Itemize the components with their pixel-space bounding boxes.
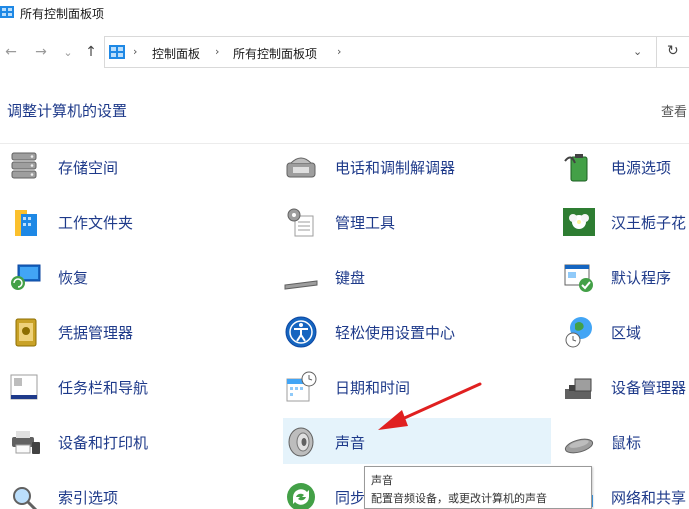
item-label: 轻松使用设置中心 [335,324,456,342]
credential-manager-icon [15,318,37,347]
forward-button[interactable]: → [31,42,51,62]
keyboard-icon [284,280,318,290]
item-device-manager[interactable]: 设备管理器 [561,363,689,409]
sound-tooltip: 声音 配置音频设备，或更改计算机的声音 [364,466,592,509]
refresh-icon: ↻ [667,43,679,59]
item-label: 存储空间 [58,159,119,177]
taskbar-icon [10,374,38,400]
item-taskbar-navigation[interactable]: 任务栏和导航 [8,363,278,409]
chevron-down-icon[interactable]: ⌄ [633,45,647,59]
title-bar: 所有控制面板项 [0,0,689,28]
refresh-button[interactable]: ↻ [656,36,689,68]
device-manager-icon [565,378,592,399]
control-panel-icon [109,45,125,59]
breadcrumb-all-items[interactable]: 所有控制面板项 [233,45,317,62]
window-title: 所有控制面板项 [20,7,105,21]
item-label: 日期和时间 [335,379,411,397]
item-label: 同步 [335,489,366,507]
page-title: 调整计算机的设置 [7,102,128,120]
item-work-folders[interactable]: 工作文件夹 [8,198,278,244]
phone-modem-icon [286,157,316,178]
printer-icon [12,431,40,454]
breadcrumb-separator[interactable]: › [133,45,137,58]
globe-clock-icon [565,317,592,348]
speaker-icon [288,427,314,457]
item-default-programs[interactable]: 默认程序 [561,253,689,299]
admin-tools-icon [287,208,314,237]
tooltip-description: 配置音频设备，或更改计算机的声音 [371,492,547,505]
item-devices-printers[interactable]: 设备和打印机 [8,418,278,464]
battery-icon [564,154,588,182]
breadcrumb-separator[interactable]: › [215,45,219,58]
recent-locations-button[interactable]: ⌄ [58,42,78,62]
breadcrumb-separator[interactable]: › [337,45,341,58]
item-label: 鼠标 [611,434,642,452]
item-admin-tools[interactable]: 管理工具 [283,198,551,244]
recovery-icon [11,264,41,290]
item-label: 汉王栀子花 [611,214,687,232]
item-label: 网络和共享 [611,489,687,507]
item-power-options[interactable]: 电源选项 [561,143,689,189]
view-by-label[interactable]: 查看 [661,101,687,120]
item-date-time[interactable]: 日期和时间 [283,363,551,409]
default-programs-icon [564,264,593,292]
control-panel-icon [0,6,14,18]
item-indexing-options[interactable]: 索引选项 [8,473,278,509]
item-label: 设备管理器 [611,379,687,397]
breadcrumb-control-panel[interactable]: 控制面板 [152,45,200,62]
item-recovery[interactable]: 恢复 [8,253,278,299]
sync-icon [287,483,315,509]
item-ease-of-access[interactable]: 轻松使用设置中心 [283,308,551,354]
item-label: 凭据管理器 [58,324,134,342]
up-button[interactable]: ↑ [81,42,101,62]
item-phone-modem[interactable]: 电话和调制解调器 [283,143,551,189]
item-label: 电源选项 [611,159,672,177]
ease-of-access-icon [285,316,317,348]
item-credential-manager[interactable]: 凭据管理器 [8,308,278,354]
item-label: 工作文件夹 [58,214,134,232]
item-label: 键盘 [335,269,366,287]
gardenia-flower-icon [563,208,595,236]
item-label: 设备和打印机 [58,434,149,452]
item-label: 电话和调制解调器 [335,159,456,177]
item-keyboard[interactable]: 键盘 [283,253,551,299]
item-region[interactable]: 区域 [561,308,689,354]
item-label: 恢复 [58,269,89,287]
item-hanwang-input[interactable]: 汉王栀子花 [561,198,689,244]
item-label: 区域 [611,324,642,342]
item-label: 任务栏和导航 [58,379,149,397]
calendar-clock-icon [286,371,317,402]
item-label: 管理工具 [335,214,396,232]
tooltip-title: 声音 [371,474,393,487]
storage-spaces-icon [11,152,37,179]
address-bar[interactable]: › 控制面板 › 所有控制面板项 › ⌄ [104,36,656,68]
back-button[interactable]: ← [1,42,21,62]
item-label: 声音 [335,434,366,452]
item-storage-spaces[interactable]: 存储空间 [8,143,278,189]
item-label: 索引选项 [58,489,119,507]
item-sound[interactable]: 声音 [283,418,551,464]
work-folders-icon [15,210,37,236]
mouse-icon [564,438,594,454]
item-label: 默认程序 [611,269,672,287]
indexing-icon [13,487,38,509]
item-mouse[interactable]: 鼠标 [561,418,689,464]
